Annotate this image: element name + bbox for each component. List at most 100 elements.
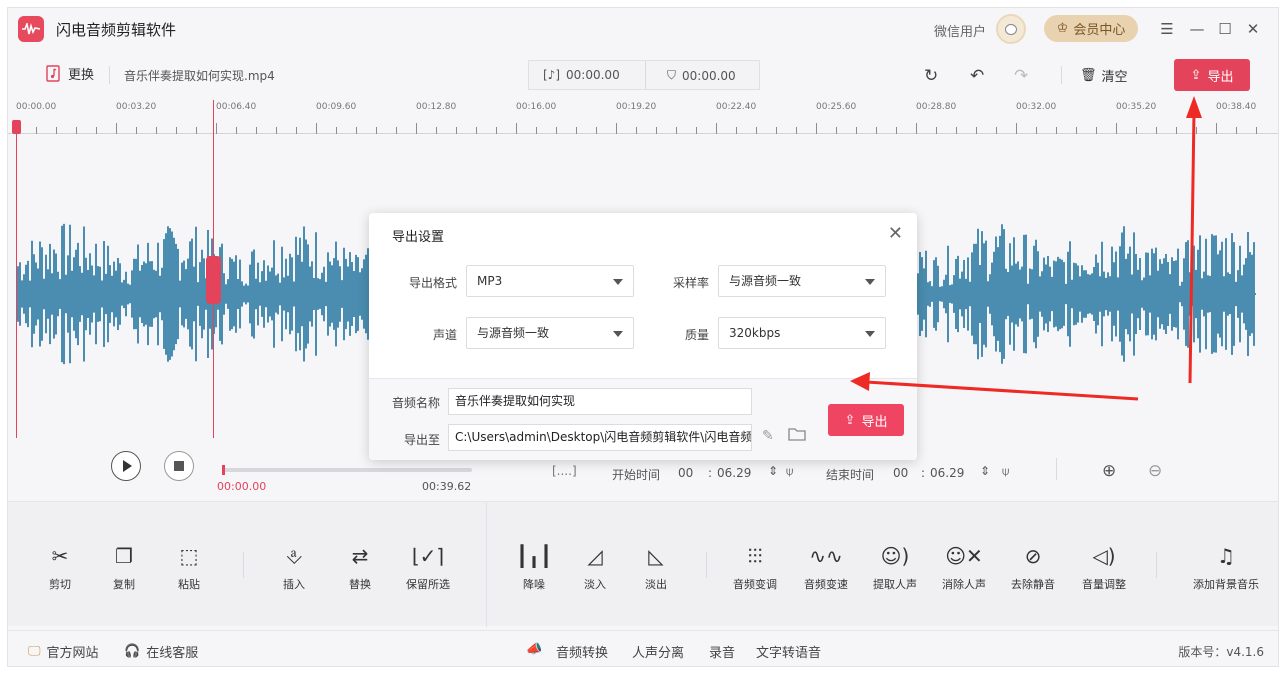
export-button-dialog[interactable]: ⇪ 导出 <box>828 404 904 436</box>
marker-handle[interactable] <box>206 256 221 304</box>
start-time-min[interactable]: 00 <box>678 466 693 480</box>
tool-remove-vocals[interactable]: ☺✕ 消除人声 <box>932 542 996 592</box>
footer-link-vocal-separate[interactable]: 人声分离 <box>632 642 684 661</box>
tool-replace[interactable]: ⇄ 替换 <box>328 542 392 592</box>
cut-marker[interactable] <box>206 100 221 438</box>
end-stepper[interactable]: ⇕ <box>980 464 990 478</box>
tool-paste[interactable]: ⬚ 粘贴 <box>157 542 221 592</box>
website-link[interactable]: 🖵 官方网站 <box>28 642 99 661</box>
ruler-label: 00:32.00 <box>1016 102 1057 112</box>
ruler-tick <box>596 127 597 134</box>
tool-label: 音频变调 <box>733 578 777 591</box>
ruler-tick <box>1136 127 1137 134</box>
paste-icon: ⬚ <box>179 544 199 568</box>
replace-button[interactable]: 更换 <box>46 64 94 83</box>
ruler-tick <box>1256 127 1257 134</box>
avatar[interactable] <box>996 14 1026 44</box>
ruler-label: 00:03.20 <box>116 102 157 112</box>
ruler-tick <box>1016 123 1017 134</box>
tool-label: 剪切 <box>49 578 71 591</box>
start-stepper[interactable]: ⇕ <box>768 464 778 478</box>
export-path-input[interactable]: C:\Users\admin\Desktop\闪电音频剪辑软件\闪电音频 <box>448 424 752 451</box>
tool-denoise[interactable]: ┃╻┃ 降噪 <box>502 542 566 592</box>
ruler-tick <box>836 127 837 134</box>
refresh-icon[interactable]: ↻ <box>924 66 938 86</box>
close-icon[interactable]: ✕ <box>888 223 903 244</box>
tool-keep-selection[interactable]: ⌊✓⌉ 保留所选 <box>396 542 460 592</box>
ruler-tick <box>736 127 737 134</box>
undo-icon[interactable]: ↶ <box>970 66 984 86</box>
current-time: 00:00.00 <box>217 480 267 493</box>
tool-label: 降噪 <box>523 578 545 591</box>
start-pin-icon[interactable]: ⍦ <box>786 464 793 479</box>
menu-icon[interactable]: ☰ <box>1158 20 1176 38</box>
audio-name-input[interactable]: 音乐伴奏提取如何实现 <box>448 388 752 415</box>
footer: 🖵 官方网站 🎧 在线客服 📣 音频转换 人声分离 录音 文字转语音 版本号：v… <box>8 630 1278 666</box>
stop-button[interactable] <box>164 451 194 481</box>
end-pin-icon[interactable]: ⍦ <box>1002 464 1009 479</box>
tool-label: 粘贴 <box>178 578 200 591</box>
samplerate-select[interactable]: 与源音频一致 <box>718 265 886 297</box>
quality-select[interactable]: 320kbps <box>718 317 886 349</box>
user-name[interactable]: 微信用户 <box>934 21 986 40</box>
play-button[interactable] <box>111 451 141 481</box>
redo-icon[interactable]: ↷ <box>1014 66 1028 86</box>
end-time-sec[interactable]: 06.29 <box>930 466 964 480</box>
tool-copy[interactable]: ❐ 复制 <box>92 542 156 592</box>
close-window-icon[interactable]: ✕ <box>1244 20 1262 38</box>
ruler-tick <box>96 127 97 134</box>
version-label: 版本号：v4.1.6 <box>1178 645 1264 659</box>
tool-label: 复制 <box>113 578 135 591</box>
minimize-icon[interactable]: — <box>1188 20 1206 38</box>
format-select[interactable]: MP3 <box>466 265 634 297</box>
start-marker-icon: [♪] <box>543 68 561 82</box>
support-label: 在线客服 <box>146 646 199 661</box>
start-time-sec[interactable]: 06.29 <box>717 466 751 480</box>
crown-icon: ♔ <box>1056 21 1069 36</box>
tool-cut[interactable]: ✂ 剪切 <box>28 542 92 592</box>
playback-progress[interactable] <box>222 465 472 475</box>
tool-volume-adjust[interactable]: ◁) 音量调整 <box>1072 542 1136 592</box>
tool-pitch-shift[interactable]: ⫶⫶⫶ 音频变调 <box>723 542 787 592</box>
edit-icon[interactable]: ✎ <box>762 428 774 444</box>
end-time-label: 结束时间 <box>826 468 875 482</box>
tool-speed-change[interactable]: ∿∿ 音频变速 <box>794 542 858 592</box>
trash-icon: 🗑 <box>1080 68 1097 83</box>
zoom-out-icon[interactable]: ⊖ <box>1148 461 1162 481</box>
ruler-label: 00:16.00 <box>516 102 557 112</box>
ruler-tick <box>1036 127 1037 134</box>
copy-icon: ❐ <box>115 544 133 568</box>
tool-insert[interactable]: ⎀ 插入 <box>262 542 326 592</box>
maximize-icon[interactable]: ☐ <box>1216 20 1234 38</box>
channel-select[interactable]: 与源音频一致 <box>466 317 634 349</box>
tool-remove-silence[interactable]: ⊘ 去除静音 <box>1001 542 1065 592</box>
ruler-tick <box>56 127 57 134</box>
app-logo-icon <box>18 16 44 42</box>
folder-icon[interactable] <box>788 426 806 445</box>
headset-icon: 🎧 <box>124 644 141 659</box>
ruler-tick <box>1236 127 1237 134</box>
remove-vocals-icon: ☺✕ <box>945 544 983 568</box>
export-button-top[interactable]: ⇪ 导出 <box>1174 59 1250 91</box>
support-link[interactable]: 🎧 在线客服 <box>124 642 198 661</box>
music-file-icon <box>46 65 60 82</box>
chevron-down-icon <box>865 279 875 285</box>
tool-add-background-music[interactable]: ♫ 添加背景音乐 <box>1186 542 1266 592</box>
dialog-footer: 音频名称 音乐伴奏提取如何实现 导出至 C:\Users\admin\Deskt… <box>369 378 917 460</box>
title-bar: 闪电音频剪辑软件 微信用户 ♔ 会员中心 ☰ — ☐ ✕ <box>8 8 1278 50</box>
footer-link-record[interactable]: 录音 <box>709 642 735 661</box>
footer-link-audio-convert[interactable]: 音频转换 <box>556 642 608 661</box>
playhead[interactable] <box>12 120 21 438</box>
megaphone-icon: 📣 <box>526 642 543 657</box>
toolbar: 更换 音乐伴奏提取如何实现.mp4 [♪] 00:00.00 ⛉ 00:00.00 … <box>8 54 1278 94</box>
ruler-tick <box>456 127 457 134</box>
tool-extract-vocals[interactable]: ☺) 提取人声 <box>863 542 927 592</box>
tool-fade-out[interactable]: ◺ 淡出 <box>624 542 688 592</box>
clear-button[interactable]: 🗑 清空 <box>1080 66 1128 85</box>
channel-label: 声道 <box>432 328 457 342</box>
footer-link-tts[interactable]: 文字转语音 <box>756 642 821 661</box>
tool-fade-in[interactable]: ◿ 淡入 <box>563 542 627 592</box>
zoom-in-icon[interactable]: ⊕ <box>1102 461 1116 481</box>
end-time-min[interactable]: 00 <box>893 466 908 480</box>
vip-center-button[interactable]: ♔ 会员中心 <box>1044 15 1138 42</box>
